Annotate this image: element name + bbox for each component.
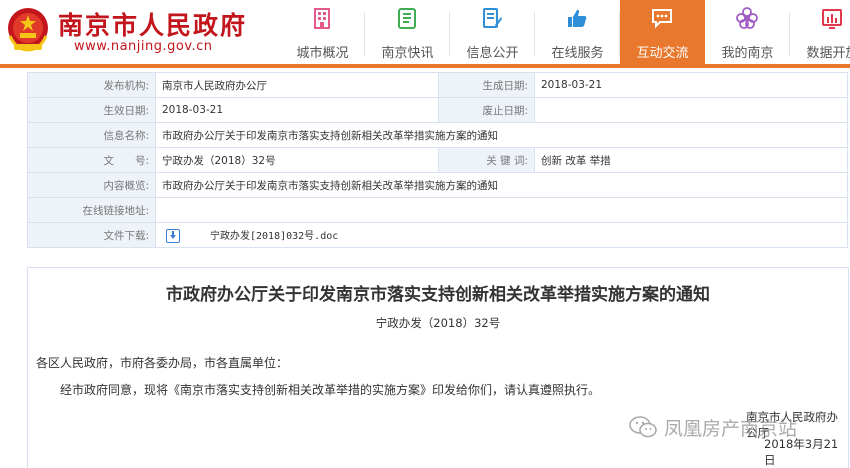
- created-date-label: 生成日期:: [438, 72, 535, 98]
- nav-label: 互动交流: [636, 46, 689, 61]
- issuer-label: 发布机构:: [27, 72, 156, 98]
- doc-number-value: 宁政办发（2018）32号: [155, 147, 439, 173]
- table-row: 生效日期: 2018-03-21 废止日期:: [27, 97, 848, 123]
- nav-label: 在线服务: [551, 46, 604, 61]
- effective-date-value: 2018-03-21: [155, 97, 439, 123]
- site-header: 南京市人民政府 www.nanjing.gov.cn 城市概况 南京快讯 信息公…: [0, 0, 850, 66]
- repeal-date-value: [534, 97, 848, 123]
- created-date-value: 2018-03-21: [534, 72, 848, 98]
- summary-label: 内容概览:: [27, 172, 156, 198]
- nav-label: 南京快讯: [381, 46, 434, 61]
- thumbs-up-icon: [568, 9, 587, 27]
- wechat-icon: [629, 416, 657, 438]
- document-title: 市政府办公厅关于印发南京市落实支持创新相关改革举措实施方案的通知: [166, 285, 710, 305]
- header-accent-line: [0, 64, 850, 68]
- effective-date-label: 生效日期:: [27, 97, 156, 123]
- watermark: 凤凰房产南京站: [628, 410, 797, 444]
- table-row: 文 号: 宁政办发（2018）32号 关 键 词: 创新 改革 举措: [27, 147, 848, 173]
- table-row: 信息名称: 市政府办公厅关于印发南京市落实支持创新相关改革举措实施方案的通知: [27, 122, 848, 148]
- site-url[interactable]: www.nanjing.gov.cn: [74, 39, 213, 54]
- download-icon[interactable]: [166, 229, 180, 243]
- nav-item-info-disclosure[interactable]: 信息公开: [450, 0, 535, 64]
- nav-label: 信息公开: [466, 46, 519, 61]
- main-nav: 城市概况 南京快讯 信息公开 在线服务 互动交流 我的南京 数据开: [280, 0, 850, 64]
- document-metadata-table: 发布机构: 南京市人民政府办公厅 生成日期: 2018-03-21 生效日期: …: [27, 72, 848, 248]
- doc-number-label: 文 号:: [27, 147, 156, 173]
- keywords-label: 关 键 词:: [438, 147, 535, 173]
- watermark-text: 凤凰房产南京站: [664, 417, 798, 440]
- file-download-label: 文件下载:: [27, 222, 156, 248]
- site-title[interactable]: 南京市人民政府: [58, 6, 247, 42]
- body-paragraph: 经市政府同意，现将《南京市落实支持创新相关改革举措的实施方案》印发给你们，请认真…: [60, 383, 601, 397]
- download-file-link[interactable]: 宁政办发[2018]032号.doc: [210, 231, 338, 242]
- issuer-value: 南京市人民政府办公厅: [155, 72, 439, 98]
- online-link-label: 在线链接地址:: [27, 197, 156, 223]
- nav-item-open-data[interactable]: 数据开放: [790, 0, 850, 64]
- nav-label: 我的南京: [721, 46, 774, 61]
- document-number: 宁政办发（2018）32号: [375, 316, 501, 330]
- nav-label: 城市概况: [296, 46, 349, 61]
- table-row: 内容概览: 市政府办公厅关于印发南京市落实支持创新相关改革举措实施方案的通知: [27, 172, 848, 198]
- nav-item-interaction[interactable]: 互动交流: [620, 0, 705, 64]
- city-building-icon: [314, 8, 330, 29]
- table-row: 发布机构: 南京市人民政府办公厅 生成日期: 2018-03-21: [27, 72, 848, 98]
- nav-item-nanjing-news[interactable]: 南京快讯: [365, 0, 450, 64]
- national-emblem-icon[interactable]: [6, 6, 50, 54]
- info-name-label: 信息名称:: [27, 122, 156, 148]
- file-download-cell: 宁政办发[2018]032号.doc: [155, 222, 848, 248]
- info-name-value: 市政府办公厅关于印发南京市落实支持创新相关改革举措实施方案的通知: [155, 122, 848, 148]
- nav-label: 数据开放: [806, 46, 850, 61]
- repeal-date-label: 废止日期:: [438, 97, 535, 123]
- table-row: 在线链接地址:: [27, 197, 848, 223]
- flower-icon: [736, 7, 758, 29]
- summary-value: 市政府办公厅关于印发南京市落实支持创新相关改革举措实施方案的通知: [155, 172, 848, 198]
- keywords-value: 创新 改革 举措: [534, 147, 848, 173]
- document-edit-icon: [483, 8, 502, 28]
- bar-chart-icon: [822, 9, 842, 29]
- nav-item-city-overview[interactable]: 城市概况: [280, 0, 365, 64]
- addressee: 各区人民政府，市府各委办局，市各直属单位：: [36, 356, 289, 370]
- online-link-value: [155, 197, 848, 223]
- chat-bubble-icon: [652, 9, 672, 29]
- nav-item-my-nanjing[interactable]: 我的南京: [705, 0, 790, 64]
- nav-item-online-service[interactable]: 在线服务: [535, 0, 620, 64]
- table-row: 文件下载: 宁政办发[2018]032号.doc: [27, 222, 848, 248]
- news-notebook-icon: [398, 8, 416, 29]
